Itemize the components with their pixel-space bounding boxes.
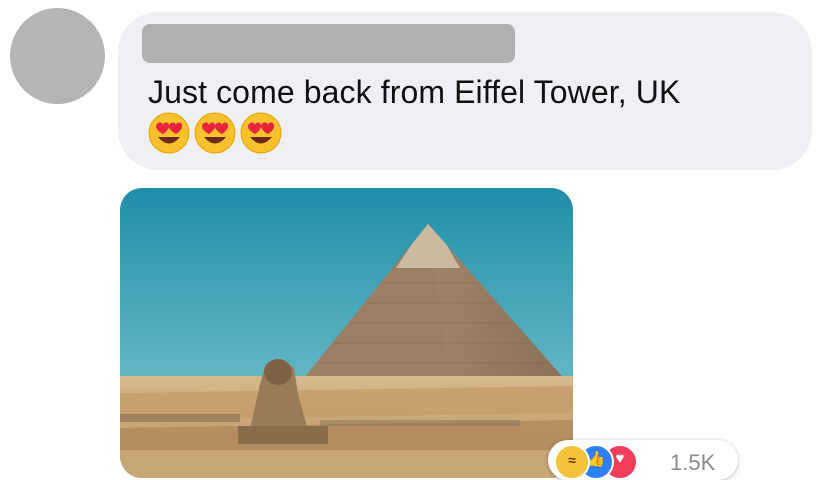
comment-text: Just come back from Eiffel Tower, UK [148, 74, 681, 110]
avatar[interactable] [10, 8, 105, 104]
reaction-count: 1.5K [670, 450, 716, 475]
attached-photo[interactable] [120, 188, 573, 478]
redacted-author-name[interactable] [142, 24, 515, 63]
heart-eyes-emoji-icon [240, 112, 282, 154]
heart-eyes-emoji-icon [148, 112, 190, 154]
pyramid-and-sphinx-image [120, 188, 573, 478]
emoji-row [148, 112, 282, 158]
heart-eyes-emoji-icon [194, 112, 236, 154]
haha-reaction-icon: ≈ [554, 444, 590, 480]
reactions-summary[interactable]: ≈ 👍 ♥ 1.5K [548, 440, 738, 480]
comment-bubble: Just come back from Eiffel Tower, UK [118, 12, 812, 170]
